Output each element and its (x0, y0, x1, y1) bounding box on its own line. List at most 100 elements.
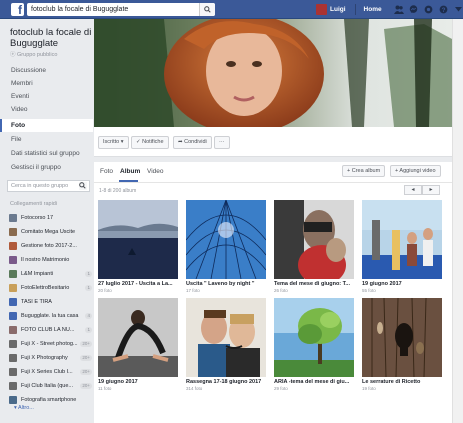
friends-icon[interactable] (393, 5, 404, 15)
nav-item-gestisci[interactable]: Gestisci il gruppo (0, 161, 93, 174)
nav-item-video[interactable]: Video (0, 103, 93, 116)
messages-icon[interactable] (409, 5, 419, 15)
create-album-button[interactable]: + Crea album (342, 165, 386, 177)
share-button[interactable]: ➦ Condividi (173, 136, 212, 149)
shortcut-label: Il nostro Matrimonio (21, 256, 70, 263)
nav-item-foto[interactable]: Foto (0, 119, 93, 132)
shortcut-item[interactable]: Il nostro Matrimonio (9, 254, 92, 265)
next-page-button[interactable]: ▸ (422, 185, 440, 195)
album-photo-count: 19 foto (362, 386, 376, 391)
shortcut-item[interactable]: L&M Impianti 1 (9, 268, 92, 279)
cover-photo[interactable] (94, 19, 452, 127)
nav-item-discussione[interactable]: Discussione (0, 64, 93, 77)
album-photo-count: 314 foto (186, 386, 203, 391)
album-thumbnail[interactable] (274, 200, 354, 279)
group-thumbnail-icon (9, 395, 17, 404)
shortcut-label: Fuji X - Street photog... (21, 340, 78, 347)
shortcut-count-badge: 1 (85, 326, 92, 333)
notifications-icon[interactable] (424, 5, 434, 15)
dropdown-icon[interactable] (454, 5, 463, 15)
shortcut-item[interactable]: Fotocorso 17 (9, 212, 92, 223)
album-card[interactable]: Tema del mese di giugno: T... 26 foto (274, 200, 354, 293)
album-thumbnail[interactable] (98, 200, 178, 279)
shortcut-label: FotoElettroBesitario (21, 284, 70, 291)
search-icon (204, 6, 211, 13)
page-scrollbar[interactable] (452, 19, 463, 423)
album-title[interactable]: Rassegna 17-18 giugno 2017 (186, 379, 266, 385)
svg-text:?: ? (442, 7, 446, 14)
home-link[interactable]: Home (364, 6, 382, 13)
search-button[interactable] (199, 3, 215, 16)
album-card[interactable]: Uscita " Laveno by night " 17 foto (186, 200, 266, 293)
group-title[interactable]: fotoclub la focale di Bugugglate (10, 27, 92, 49)
album-card[interactable]: 27 luglio 2017 - Uscita a La... 20 foto (98, 200, 178, 293)
tab-video[interactable]: Video (147, 168, 164, 175)
profile-name-link[interactable]: Luigi (330, 6, 346, 13)
album-title[interactable]: Tema del mese di giugno: T... (274, 281, 354, 287)
notifications-button[interactable]: ✓ Notifiche (131, 136, 169, 149)
album-title[interactable]: ARIA -tema del mese di giu... (274, 379, 354, 385)
shortcut-item[interactable]: FOTO CLUB LA NU... 1 (9, 324, 92, 335)
shortcut-label: FOTO CLUB LA NU... (21, 326, 75, 333)
shortcut-item[interactable]: TASI E TIRA (9, 296, 92, 307)
joined-button[interactable]: Iscritto ▾ (98, 136, 129, 149)
group-thumbnail-icon (9, 283, 17, 292)
shortcut-label: Gestione foto 2017-2... (21, 242, 77, 249)
album-thumbnail[interactable] (98, 298, 178, 377)
chevron-down-icon: ▾ (14, 405, 17, 411)
more-options-button[interactable]: ··· (214, 136, 230, 149)
profile-avatar[interactable] (316, 4, 327, 15)
shortcut-item[interactable]: Comitato Mega Uscite (9, 226, 92, 237)
album-title[interactable]: 19 giugno 2017 (98, 379, 178, 385)
shortcut-label: TASI E TIRA (21, 298, 52, 305)
prev-page-button[interactable]: ◂ (404, 185, 422, 195)
shortcut-item[interactable]: Fuji X Series Club I... 20+ (9, 366, 92, 377)
album-thumbnail[interactable] (362, 200, 442, 279)
album-photo-count: 26 foto (274, 288, 288, 293)
group-thumbnail-icon (9, 367, 17, 376)
group-main: Iscritto ▾ ✓ Notifiche ➦ Condividi ··· F… (94, 19, 452, 423)
shortcut-count-badge: 20+ (80, 354, 92, 361)
album-thumbnail[interactable] (362, 298, 442, 377)
album-card[interactable]: Le serrature di Ricetto 19 foto (362, 298, 442, 391)
tab-foto[interactable]: Foto (100, 168, 113, 175)
search-icon[interactable] (79, 182, 87, 190)
album-title[interactable]: 19 giugno 2017 (362, 281, 442, 287)
help-icon[interactable]: ? (439, 5, 449, 15)
shortcuts-more-link[interactable]: ▾ Altro... (14, 405, 34, 411)
shortcut-item[interactable]: Fotografia smartphone (9, 394, 92, 405)
panel-divider (94, 182, 452, 183)
nav-item-eventi[interactable]: Eventi (0, 90, 93, 103)
group-thumbnail-icon (9, 381, 17, 390)
shortcut-item[interactable]: Gestione foto 2017-2... (9, 240, 92, 251)
shortcut-item[interactable]: Bugugglate. la tua casa 4 (9, 310, 92, 321)
album-card[interactable]: ARIA -tema del mese di giu... 29 foto (274, 298, 354, 391)
album-thumbnail[interactable] (186, 200, 266, 279)
group-search-input[interactable]: Cerca in questo gruppo (7, 180, 90, 192)
album-title[interactable]: Uscita " Laveno by night " (186, 281, 266, 287)
group-thumbnail-icon (9, 297, 17, 306)
shortcut-item[interactable]: Fuji X Photography 20+ (9, 352, 92, 363)
facebook-logo-icon[interactable]: f (11, 3, 24, 17)
group-thumbnail-icon (9, 255, 17, 264)
shortcut-item[interactable]: FotoElettroBesitario 1 (9, 282, 92, 293)
shortcut-item[interactable]: Fuji X - Street photog... 20+ (9, 338, 92, 349)
album-thumbnail[interactable] (186, 298, 266, 377)
album-card[interactable]: 19 giugno 2017 55 foto (362, 200, 442, 293)
search-input-value[interactable]: fotoclub la focale di Bugugglate (31, 6, 128, 13)
album-card[interactable]: Rassegna 17-18 giugno 2017 314 foto (186, 298, 266, 391)
tab-album[interactable]: Album (120, 168, 140, 175)
album-card[interactable]: 19 giugno 2017 11 foto (98, 298, 178, 391)
album-title[interactable]: 27 luglio 2017 - Uscita a La... (98, 281, 178, 287)
shortcut-item[interactable]: Fuji Club Italia (que... 20+ (9, 380, 92, 391)
album-title[interactable]: Le serrature di Ricetto (362, 379, 442, 385)
album-photo-count: 11 foto (98, 386, 112, 391)
search-input[interactable]: fotoclub la focale di Bugugglate (27, 3, 215, 16)
shortcut-label: Fotocorso 17 (21, 214, 54, 221)
add-video-button[interactable]: + Aggiungi video (390, 165, 441, 177)
album-thumbnail[interactable] (274, 298, 354, 377)
nav-item-dati-statistici[interactable]: Dati statistici sul gruppo (0, 147, 93, 160)
nav-item-file[interactable]: File (0, 133, 93, 146)
photos-panel: Foto Album Video + Crea album + Aggiungi… (94, 162, 452, 423)
nav-item-membri[interactable]: Membri (0, 77, 93, 90)
